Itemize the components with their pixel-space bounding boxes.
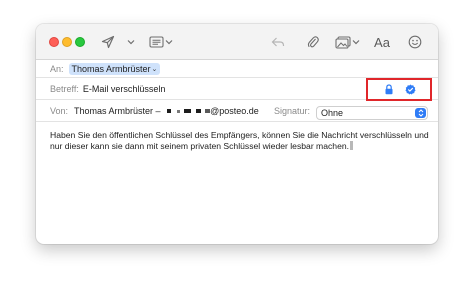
redaction: [167, 109, 172, 114]
recipient-chip[interactable]: Thomas Armbrüster ⌄: [68, 62, 161, 75]
verified-icon[interactable]: [405, 84, 416, 95]
recipient-name: Thomas Armbrüster: [71, 63, 151, 74]
select-arrows-icon: [415, 108, 426, 118]
attachment-icon: [307, 36, 319, 48]
encryption-highlight-box: [366, 78, 432, 101]
from-domain: @posteo.de: [210, 105, 259, 116]
from-value[interactable]: Thomas Armbrüster – @posteo.de: [74, 106, 259, 116]
redaction: [176, 109, 180, 113]
signature-select[interactable]: Ohne: [316, 106, 428, 120]
send-button[interactable]: [100, 32, 116, 52]
photo-browser-button[interactable]: [334, 32, 352, 52]
to-row: An: Thomas Armbrüster ⌄: [36, 60, 438, 78]
chevron-down-icon: [352, 40, 360, 45]
send-options-chevron[interactable]: [126, 32, 136, 52]
subject-input[interactable]: E-Mail verschlüsseln: [83, 84, 166, 94]
from-name: Thomas Armbrüster –: [74, 105, 161, 116]
subject-label: Betreff:: [50, 83, 79, 94]
chevron-down-icon: [127, 40, 135, 45]
format-button-label: Aa: [374, 34, 390, 50]
signature-value: Ohne: [321, 108, 344, 118]
header-fields-chevron[interactable]: [164, 32, 174, 52]
photo-browser-icon: [335, 35, 351, 49]
toolbar: Aa: [36, 24, 438, 60]
zoom-button[interactable]: [75, 37, 85, 47]
lock-icon[interactable]: [384, 84, 394, 95]
format-button[interactable]: Aa: [372, 32, 392, 52]
text-cursor: [350, 141, 354, 150]
send-icon: [101, 35, 115, 49]
photo-browser-chevron[interactable]: [352, 32, 360, 52]
redaction: [195, 109, 201, 114]
compose-window: Aa An: Thomas Armbrüster ⌄ Betreff: E-Ma…: [36, 24, 438, 244]
signature-label: Signatur:: [274, 105, 311, 116]
from-label: Von:: [50, 105, 69, 116]
header-fields-button[interactable]: [148, 32, 164, 52]
emoji-button[interactable]: [406, 32, 424, 52]
emoji-icon: [408, 35, 422, 49]
message-text: Haben Sie den öffentlichen Schlüssel des…: [50, 130, 429, 151]
header-fields-icon: [148, 36, 164, 48]
redaction: [184, 109, 192, 114]
chevron-down-icon: ⌄: [151, 65, 158, 73]
message-body[interactable]: Haben Sie den öffentlichen Schlüssel des…: [50, 130, 434, 152]
attach-button[interactable]: [306, 32, 320, 52]
close-button[interactable]: [49, 37, 59, 47]
reply-icon: [271, 37, 285, 47]
chevron-down-icon: [165, 40, 173, 45]
minimize-button[interactable]: [62, 37, 72, 47]
reply-button[interactable]: [270, 32, 286, 52]
to-label: An:: [50, 63, 64, 74]
